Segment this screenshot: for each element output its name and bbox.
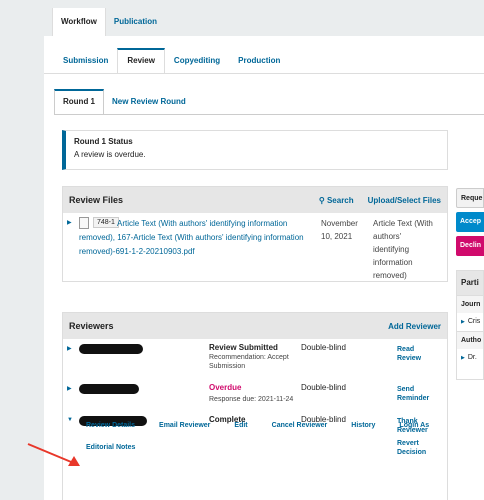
divider (54, 114, 484, 115)
review-method: Double-blind (301, 343, 346, 352)
reviewer-actions: Review Details Email Reviewer Edit Cance… (24, 422, 453, 429)
upload-files-button[interactable]: Upload/Select Files (368, 196, 441, 205)
participant-item[interactable]: ▶ Dr. (457, 349, 483, 367)
review-method: Double-blind (301, 383, 346, 392)
login-as-link[interactable]: Login As (399, 422, 429, 429)
redacted-name (79, 384, 139, 394)
reviewers-title: Reviewers (69, 321, 114, 331)
status-title: Round 1 Status (74, 137, 133, 146)
tab-round-1[interactable]: Round 1 (54, 89, 104, 115)
file-date: November 10, 2021 (321, 219, 358, 241)
file-type: Article Text (With authors' identifying … (373, 219, 433, 280)
participants-section: Journ (457, 295, 483, 313)
search-icon: ⚲ (318, 195, 327, 205)
decline-submission-button[interactable]: Declin (456, 236, 484, 256)
search-files-button[interactable]: ⚲ Search (319, 196, 354, 205)
file-row: ▶ 748-1 Article Text (With authors' iden… (63, 213, 447, 281)
search-label: Search (326, 195, 354, 205)
edit-link[interactable]: Edit (234, 422, 247, 429)
stage-tabs: Submission Review Copyediting Production (54, 48, 289, 74)
expand-triangle-icon[interactable]: ▶ (67, 345, 72, 352)
participants-section: Autho (457, 331, 483, 349)
reviewers-header: Reviewers Add Reviewer (63, 313, 447, 339)
participants-title: Parti (457, 271, 483, 295)
annotation-arrow-icon (27, 443, 80, 466)
expand-triangle-icon: ▶ (461, 319, 465, 325)
expand-triangle-icon: ▶ (461, 355, 465, 361)
round-tabs: Round 1 New Review Round (54, 89, 194, 115)
tab-publication[interactable]: Publication (106, 8, 165, 36)
divider (44, 73, 484, 74)
reviewer-status-detail: Response due: 2021-11-24 (209, 396, 294, 403)
round-status-box: Round 1 Status A review is overdue. (62, 130, 448, 170)
expand-triangle-icon[interactable]: ▶ (67, 385, 72, 392)
reviewer-status: Review Submitted (209, 343, 278, 352)
history-link[interactable]: History (351, 422, 375, 429)
file-name-link[interactable]: Article Text (With authors' identifying … (79, 217, 309, 259)
review-files-header: Review Files ⚲ Search Upload/Select File… (63, 187, 447, 213)
reviewer-status: Overdue (209, 383, 242, 392)
participant-name: Dr. (467, 354, 477, 361)
review-files-grid: Review Files ⚲ Search Upload/Select File… (62, 186, 448, 282)
participant-item[interactable]: ▶ Cris (457, 313, 483, 331)
tab-workflow[interactable]: Workflow (52, 8, 106, 36)
tab-copyediting[interactable]: Copyediting (165, 48, 229, 74)
add-reviewer-button[interactable]: Add Reviewer (388, 322, 441, 331)
send-reminder-link[interactable]: Send Reminder (397, 385, 431, 403)
expand-triangle-icon[interactable]: ▶ (67, 219, 72, 226)
reviewer-status-detail: Recommendation: Accept Submission (209, 354, 289, 370)
tab-new-review-round[interactable]: New Review Round (104, 89, 194, 115)
redacted-name (79, 344, 143, 354)
review-files-title: Review Files (69, 195, 124, 205)
participants-panel: Parti Journ ▶ Cris Autho ▶ Dr. (456, 270, 484, 380)
reviewers-grid: Reviewers Add Reviewer ▶ Review Submitte… (62, 312, 448, 500)
tab-review[interactable]: Review (117, 48, 165, 74)
revert-decision-link[interactable]: Revert Decision (397, 439, 429, 457)
status-text: A review is overdue. (74, 150, 146, 159)
request-revisions-button[interactable]: Reque (456, 188, 484, 208)
editorial-notes-link[interactable]: Editorial Notes (86, 444, 135, 451)
participant-name: Cris (467, 318, 481, 325)
cancel-reviewer-link[interactable]: Cancel Reviewer (272, 422, 328, 429)
tab-production[interactable]: Production (229, 48, 289, 74)
workflow-panel: Submission Review Copyediting Production… (44, 36, 484, 500)
tab-submission[interactable]: Submission (54, 48, 117, 74)
workflow-tabs: Workflow Publication (52, 8, 165, 36)
accept-submission-button[interactable]: Accep (456, 212, 484, 232)
review-details-link[interactable]: Review Details (86, 422, 135, 429)
read-review-link[interactable]: Read Review (397, 345, 425, 363)
email-reviewer-link[interactable]: Email Reviewer (159, 422, 210, 429)
